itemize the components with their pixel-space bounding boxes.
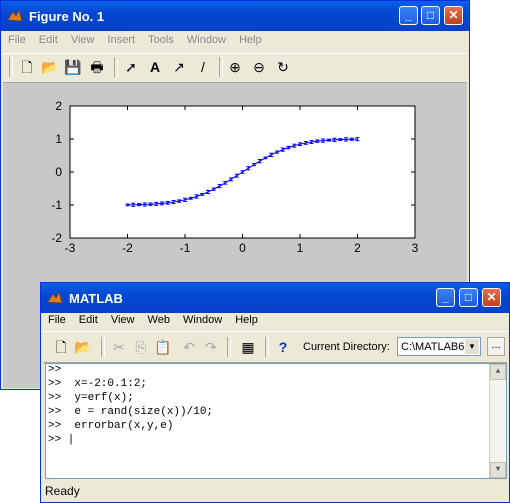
matlab-titlebar[interactable]: MATLAB _ □ ✕: [41, 283, 509, 313]
menu-web[interactable]: Web: [143, 312, 175, 328]
menu-edit[interactable]: Edit: [34, 32, 63, 48]
current-directory-value: C:\MATLAB6: [401, 341, 465, 353]
command-line: >> x=-2:0.1:2;: [48, 378, 148, 390]
x-tick-label: 3: [412, 241, 419, 255]
x-tick-label: 1: [297, 241, 304, 255]
menu-help[interactable]: Help: [234, 32, 267, 48]
zoom-in-icon[interactable]: ⊕: [225, 57, 245, 77]
undo-icon[interactable]: ↶: [179, 337, 199, 357]
insert-text-icon[interactable]: A: [145, 57, 165, 77]
current-directory-label: Current Directory:: [303, 341, 390, 353]
copy-icon[interactable]: ⎘: [131, 337, 151, 357]
insert-line-icon[interactable]: /: [193, 57, 213, 77]
paste-icon[interactable]: 📋: [153, 337, 173, 357]
menu-view[interactable]: View: [106, 312, 140, 328]
x-tick-label: 2: [354, 241, 361, 255]
menu-file[interactable]: File: [43, 312, 71, 328]
x-tick-label: -2: [122, 241, 133, 255]
y-tick-label: 2: [55, 99, 62, 113]
menu-window[interactable]: Window: [182, 32, 231, 48]
figure-title: Figure No. 1: [29, 9, 105, 24]
scroll-down-icon[interactable]: ▼: [490, 462, 506, 478]
print-icon[interactable]: 🖶: [87, 57, 107, 77]
y-tick-label: -1: [51, 198, 62, 212]
maximize-button[interactable]: □: [421, 6, 440, 25]
browse-button[interactable]: ...: [487, 337, 505, 356]
scroll-up-icon[interactable]: ▲: [490, 364, 506, 380]
maximize-button[interactable]: □: [459, 288, 478, 307]
close-button[interactable]: ✕: [482, 288, 501, 307]
x-tick-label: -1: [180, 241, 191, 255]
matlab-logo-icon: [47, 291, 63, 304]
help-icon[interactable]: ?: [273, 337, 293, 357]
figure-menubar: File Edit View Insert Tools Window Help: [3, 32, 467, 50]
open-folder-icon[interactable]: 📂: [40, 57, 60, 77]
browse-label: ...: [491, 339, 501, 351]
y-tick-label: 0: [55, 165, 62, 179]
menu-tools[interactable]: Tools: [143, 32, 179, 48]
command-window[interactable]: >> >> x=-2:0.1:2; >> y=erf(x); >> e = ra…: [45, 363, 507, 479]
zoom-out-icon[interactable]: ⊖: [249, 57, 269, 77]
minimize-button[interactable]: _: [399, 6, 418, 25]
figure-toolbar: 🗋 📂 💾 🖶 ➚ A ↗ / ⊕ ⊖ ↻: [3, 53, 467, 83]
command-line: >> errorbar(x,y,e): [48, 420, 174, 432]
insert-arrow-icon[interactable]: ↗: [169, 57, 189, 77]
minimize-button[interactable]: _: [436, 288, 455, 307]
x-tick-label: 0: [239, 241, 246, 255]
chevron-down-icon[interactable]: ▼: [465, 339, 479, 354]
menu-insert[interactable]: Insert: [103, 32, 141, 48]
close-button[interactable]: ✕: [444, 6, 463, 25]
matlab-menubar: File Edit View Web Window Help: [43, 312, 507, 330]
figure-titlebar[interactable]: Figure No. 1 _ □ ✕: [1, 1, 469, 31]
y-tick-label: 1: [55, 132, 62, 146]
menu-view[interactable]: View: [66, 32, 100, 48]
vertical-scrollbar[interactable]: ▲ ▼: [489, 364, 506, 478]
new-file-icon[interactable]: 🗋: [51, 337, 71, 357]
simulink-icon[interactable]: ▦: [238, 337, 258, 357]
status-text: Ready: [45, 484, 80, 498]
current-directory-select[interactable]: C:\MATLAB6 ▼: [397, 337, 481, 356]
open-folder-icon[interactable]: 📂: [73, 337, 93, 357]
matlab-window: MATLAB _ □ ✕ File Edit View Web Window H…: [40, 282, 510, 503]
command-line: >>: [48, 364, 62, 376]
menu-file[interactable]: File: [3, 32, 31, 48]
menu-window[interactable]: Window: [178, 312, 227, 328]
new-file-icon[interactable]: 🗋: [17, 57, 37, 77]
menu-edit[interactable]: Edit: [74, 312, 103, 328]
command-line: >> e = rand(size(x))/10;: [48, 406, 214, 418]
matlab-title: MATLAB: [69, 291, 123, 306]
matlab-logo-icon: [7, 9, 23, 22]
redo-icon[interactable]: ↷: [201, 337, 221, 357]
save-icon[interactable]: 💾: [63, 57, 83, 77]
cut-icon[interactable]: ✂: [109, 337, 129, 357]
select-arrow-icon[interactable]: ➚: [121, 57, 141, 77]
y-tick-label: -2: [51, 231, 62, 245]
command-line: >> y=erf(x);: [48, 392, 134, 404]
rotate-icon[interactable]: ↻: [273, 57, 293, 77]
menu-help[interactable]: Help: [230, 312, 263, 328]
matlab-toolbar: 🗋 📂 ✂ ⎘ 📋 ↶ ↷ ▦ ? Current Directory: C:\…: [43, 331, 507, 363]
command-prompt[interactable]: >> |: [48, 434, 74, 446]
x-tick-label: -3: [65, 241, 76, 255]
